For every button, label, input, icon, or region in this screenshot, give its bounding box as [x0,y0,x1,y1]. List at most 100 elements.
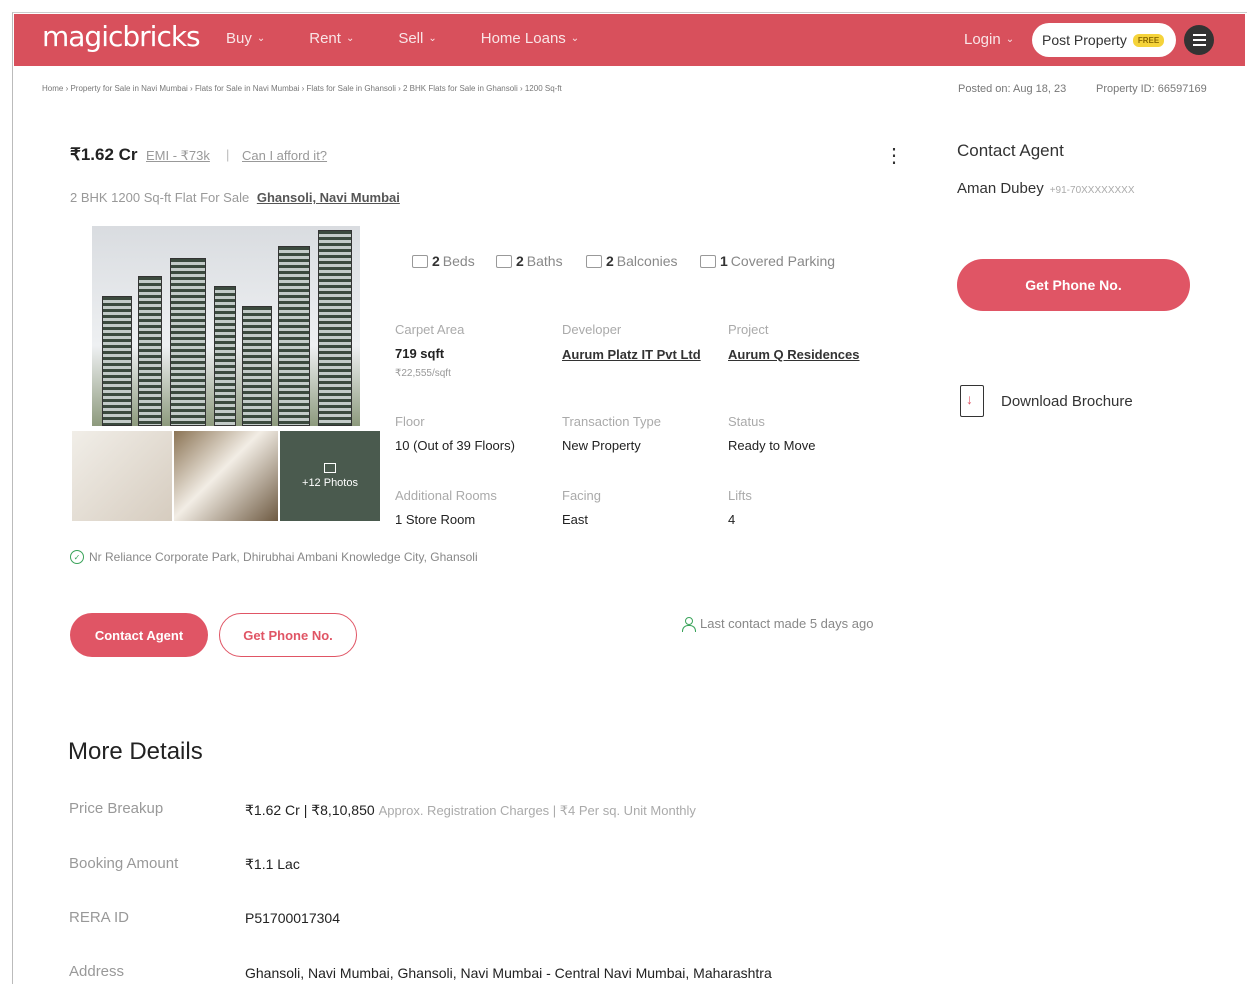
balconies-summary: 2 Balconies [586,253,678,269]
hamburger-menu-icon[interactable] [1184,25,1214,55]
carpet-area-label: Carpet Area [395,322,465,337]
photo-detail [102,296,132,426]
floor-value: 10 (Out of 39 Floors) [395,438,515,453]
check-circle-icon: ✓ [70,550,84,564]
last-contact-text: Last contact made 5 days ago [700,616,874,631]
booking-amount-label: Booking Amount [69,855,179,872]
facing-value: East [562,512,589,527]
camera-icon [324,463,336,473]
breadcrumb[interactable]: Home › Property for Sale in Navi Mumbai … [42,84,562,93]
price-breakup-note: Approx. Registration Charges | ₹4 Per sq… [378,803,696,818]
floor-label: Floor [395,414,425,429]
address-value: Ghansoli, Navi Mumbai, Ghansoli, Navi Mu… [245,965,772,981]
bed-icon [412,254,428,268]
chevron-down-icon: ⌄ [428,33,437,44]
status-value: Ready to Move [728,438,816,453]
post-property-label: Post Property [1042,32,1127,48]
nav-menu: Buy ⌄ Rent ⌄ Sell ⌄ Home Loans ⌄ [226,30,623,47]
project-link[interactable]: Aurum Q Residences [728,347,860,362]
landmark: ✓ Nr Reliance Corporate Park, Dhirubhai … [70,550,478,564]
additional-rooms-label: Additional Rooms [395,488,497,503]
last-contact-info: Last contact made 5 days ago [682,616,874,632]
transaction-value: New Property [562,438,641,453]
balcony-icon [586,254,602,268]
baths-count: 2 [516,253,524,269]
developer-link[interactable]: Aurum Platz IT Pvt Ltd [562,347,701,362]
download-brochure-link[interactable]: Download Brochure [960,385,1133,417]
free-badge: FREE [1132,33,1165,47]
posted-on: Posted on: Aug 18, 23 [958,83,1067,95]
separator: | [226,147,230,162]
agent-name: Aman Dubey [957,180,1044,197]
user-icon [682,616,696,632]
parking-summary: 1 Covered Parking [700,253,835,269]
chevron-down-icon: ⌄ [345,33,355,44]
price-breakup-value: ₹1.62 Cr | ₹8,10,850 Approx. Registration… [245,802,696,819]
photo-detail [138,276,162,426]
listing-title: 2 BHK 1200 Sq-ft Flat For Sale [70,190,250,205]
bath-icon [496,254,512,268]
balconies-label: Balconies [616,253,678,269]
agent-phone: +91-70XXXXXXXX [1049,185,1135,196]
post-property-button[interactable]: Post Property FREE [1032,23,1176,57]
magicbricks-logo[interactable]: magicbricks [42,20,201,53]
parking-icon [700,254,716,268]
chevron-down-icon: ⌄ [256,33,266,44]
top-nav: magicbricks Buy ⌄ Rent ⌄ Sell ⌄ Home Loans ⌄… [14,14,1245,66]
nav-sell[interactable]: Sell ⌄ [398,30,436,47]
more-options-icon[interactable]: ⋮ [884,146,904,166]
parking-label: Covered Parking [730,253,836,269]
login-menu[interactable]: Login ⌄ [964,31,1014,48]
more-details-heading: More Details [68,738,203,765]
thumbnail-photo[interactable] [72,431,172,521]
agent-info: Aman Dubey +91-70XXXXXXXX [957,180,1135,197]
photo-detail [170,258,206,426]
beds-label: Beds [442,253,475,269]
baths-label: Baths [526,253,563,269]
booking-amount-value: ₹1.1 Lac [245,856,300,872]
nav-buy-label: Buy [226,30,252,47]
contact-agent-heading: Contact Agent [957,141,1064,160]
more-photos-label: +12 Photos [302,477,358,489]
photo-detail [242,306,272,426]
main-property-photo[interactable] [92,226,360,426]
lifts-value: 4 [728,512,736,527]
location-link[interactable]: Ghansoli, Navi Mumbai [257,190,400,205]
contact-agent-button[interactable]: Contact Agent [70,613,208,657]
listing-subtitle: 2 BHK 1200 Sq-ft Flat For Sale Ghansoli,… [70,190,400,205]
chevron-down-icon: ⌄ [1005,34,1015,45]
nav-home-loans[interactable]: Home Loans ⌄ [481,30,579,47]
thumbnail-photo[interactable] [174,431,278,521]
beds-count: 2 [432,253,440,269]
developer-label: Developer [562,322,622,337]
nav-rent[interactable]: Rent ⌄ [309,30,354,47]
facing-label: Facing [562,488,602,503]
price-breakup-amount: ₹1.62 Cr | ₹8,10,850 [245,802,375,818]
nav-rent-label: Rent [309,30,341,47]
rera-id-label: RERA ID [69,909,130,926]
status-label: Status [728,414,765,429]
transaction-label: Transaction Type [562,414,661,429]
get-phone-button[interactable]: Get Phone No. [219,613,357,657]
property-id: Property ID: 66597169 [1096,83,1207,95]
afford-link[interactable]: Can I afford it? [242,148,327,163]
listing-price: ₹1.62 Cr [70,145,138,164]
nav-home-loans-label: Home Loans [480,30,566,47]
emi-link[interactable]: EMI - ₹73k [146,148,210,164]
lifts-label: Lifts [728,488,752,503]
carpet-rate: ₹22,555/sqft [395,368,451,379]
nav-buy[interactable]: Buy ⌄ [226,30,265,47]
download-brochure-label: Download Brochure [1001,392,1133,410]
chevron-down-icon: ⌄ [570,33,580,44]
price-breakup-label: Price Breakup [69,800,164,817]
more-photos-thumbnail[interactable]: +12 Photos [280,431,380,521]
balconies-count: 2 [606,253,614,269]
login-label: Login [964,31,1001,48]
landmark-text: Nr Reliance Corporate Park, Dhirubhai Am… [89,550,478,564]
photo-detail [318,230,352,426]
agent-get-phone-button[interactable]: Get Phone No. [957,259,1190,311]
beds-summary: 2 Beds [412,253,475,269]
photo-detail [278,246,310,426]
carpet-area-value: 719 sqft [395,346,445,361]
baths-summary: 2 Baths [496,253,563,269]
